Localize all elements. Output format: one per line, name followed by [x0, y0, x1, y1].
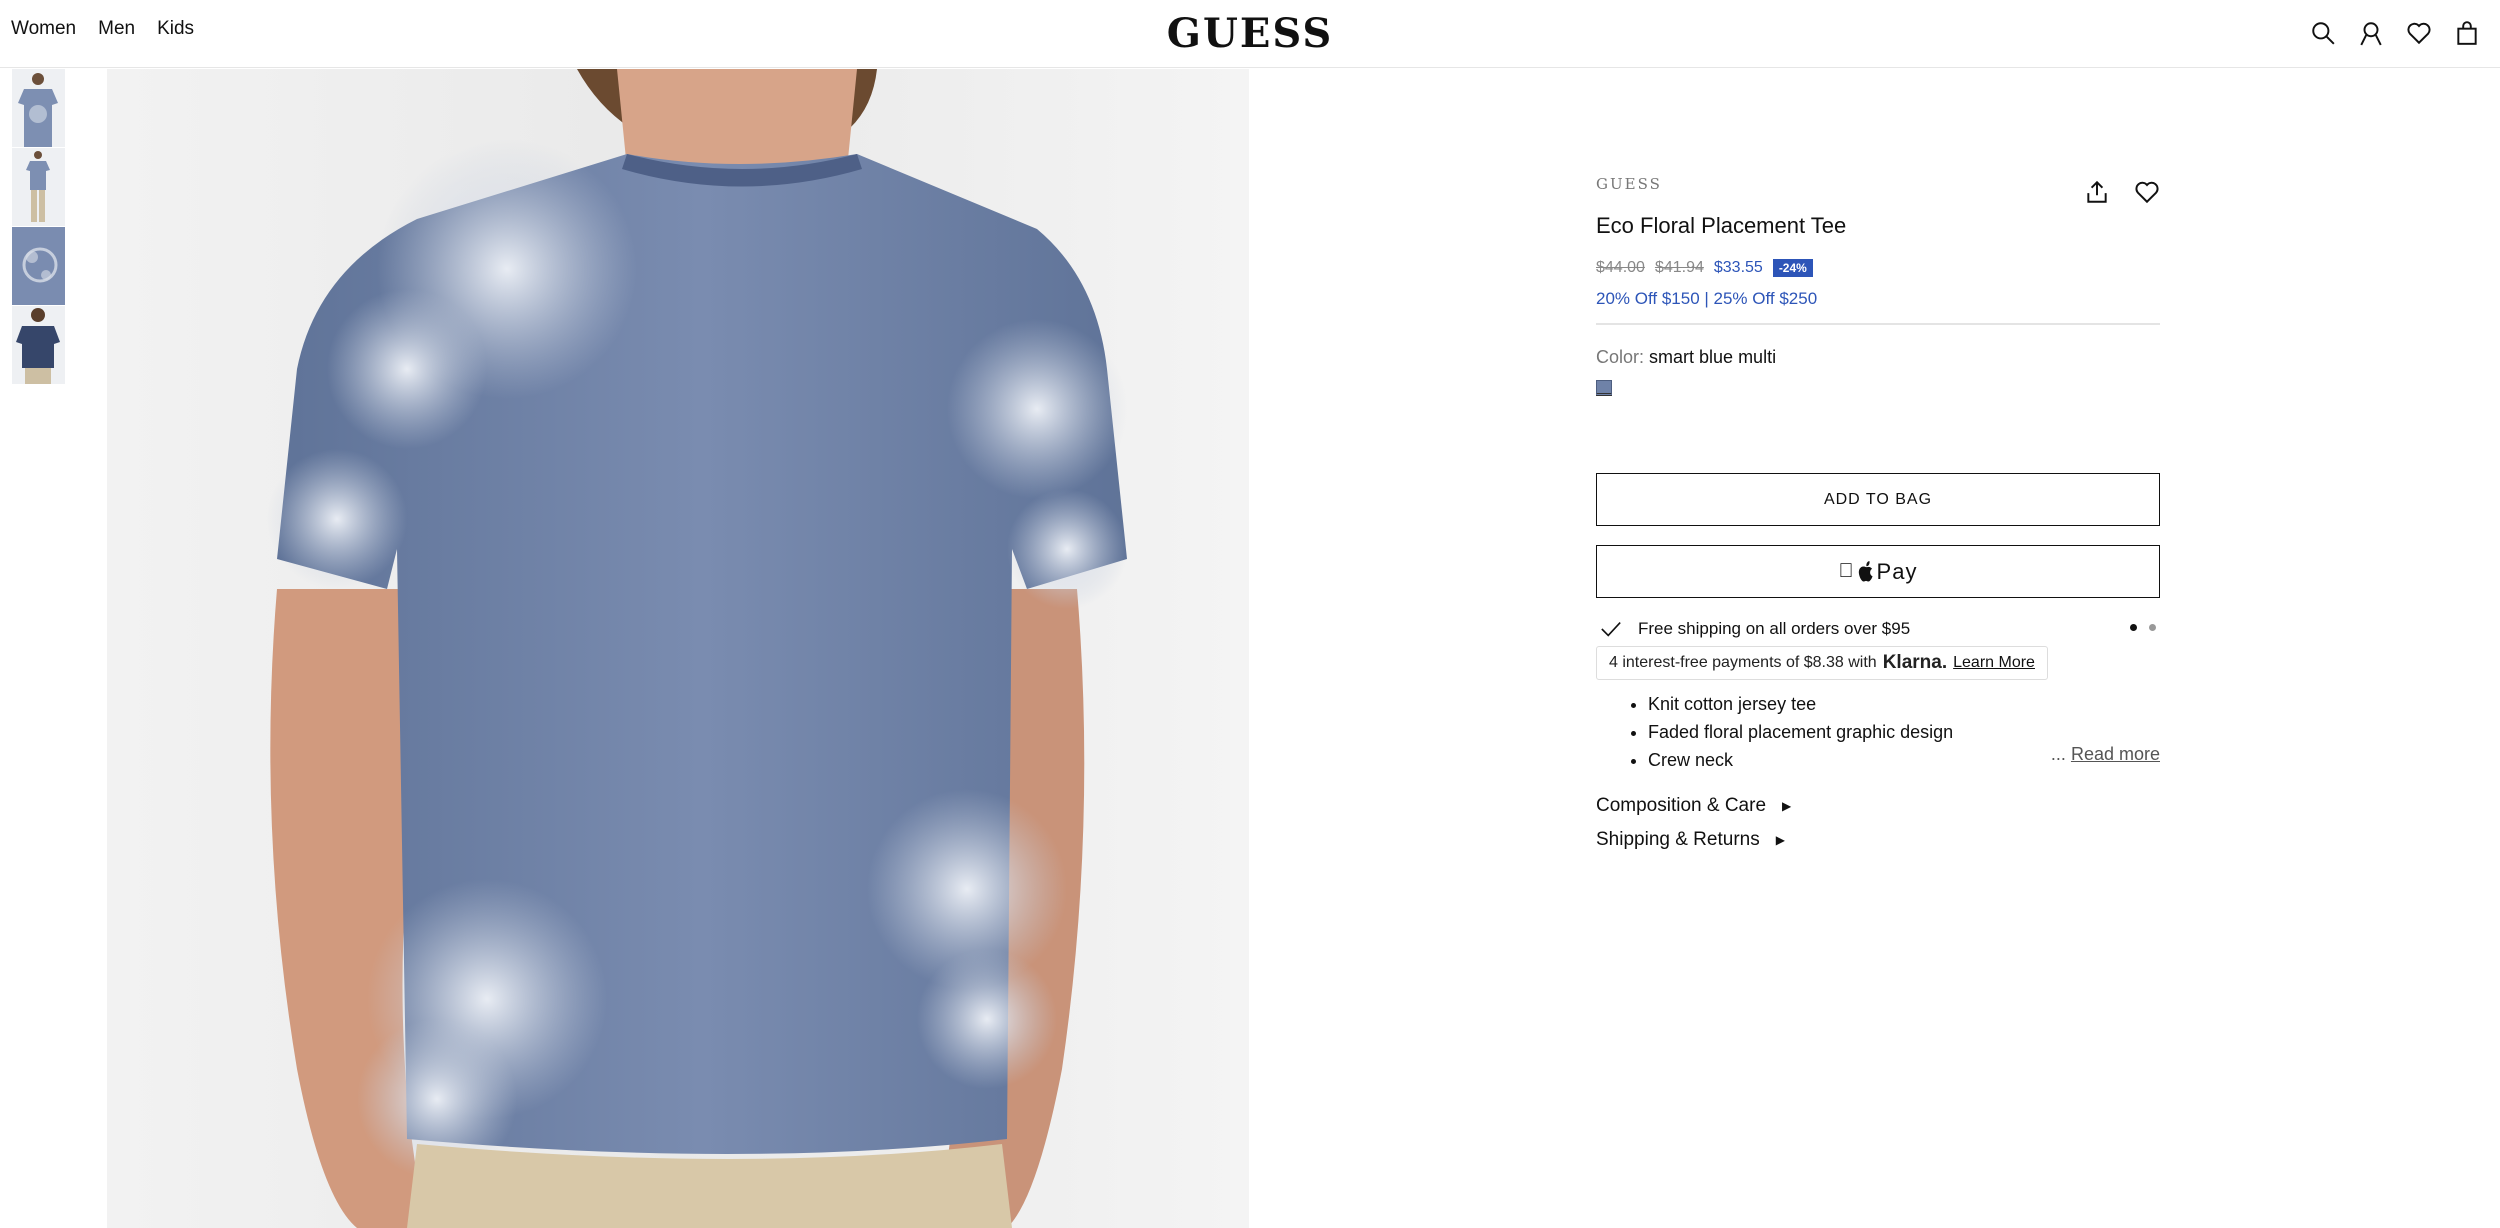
feature-item: Faded floral placement graphic design [1648, 722, 2160, 743]
caret-right-icon: ▶ [1775, 833, 1785, 847]
price-previous: $41.94 [1654, 259, 1704, 276]
price-current: $33.55 [1713, 259, 1763, 276]
klarna-learn-more-link[interactable]: Learn More [1953, 654, 2035, 672]
product-brand: GUESS [1596, 175, 1662, 193]
color-selector-label: Color: smart blue multi [1596, 347, 2160, 368]
apple-pay-label: Pay [1868, 558, 1917, 584]
klarna-text: 4 interest-free payments of $8.38 with [1609, 654, 1877, 671]
price-original: $44.00 [1596, 259, 1645, 276]
color-label: Color: [1596, 347, 1645, 367]
thumbnail-print-detail[interactable] [12, 227, 65, 305]
account-icon[interactable] [2358, 20, 2384, 46]
header-actions [2310, 20, 2480, 46]
apple-pay-button[interactable]:  Pay [1596, 545, 2160, 598]
product-details: GUESS Eco Floral Placement Tee $44.00 $4… [1596, 175, 2160, 863]
klarna-logo: Klarna. [1882, 652, 1948, 673]
price-block: $44.00 $41.94 $33.55 -24% [1596, 259, 2160, 277]
product-title: Eco Floral Placement Tee [1596, 213, 1847, 238]
info-accordions: Composition & Care ▶ Shipping & Returns … [1596, 795, 2160, 851]
checkmark-icon [1601, 622, 1621, 637]
discount-badge: -24% [1772, 259, 1813, 277]
thumbnail-front-view[interactable] [12, 69, 65, 147]
apple-logo-icon:  [1839, 560, 1855, 583]
main-product-image[interactable] [107, 69, 1249, 1228]
site-logo[interactable]: GUESS [0, 10, 2500, 57]
thumbnail-strip [12, 69, 65, 385]
read-more: ... Read more [2051, 744, 2160, 765]
read-more-ellipsis: ... [2050, 744, 2066, 764]
carousel-dot-active[interactable] [2130, 624, 2137, 631]
color-swatch[interactable] [1596, 380, 1612, 396]
thumbnail-full-body-view[interactable] [12, 148, 65, 226]
shipping-banner: Free shipping on all orders over $95 [1596, 618, 2160, 640]
wishlist-heart-icon[interactable] [2134, 179, 2160, 205]
site-header: Women Men Kids GUESS [0, 0, 2500, 68]
klarna-banner: 4 interest-free payments of $8.38 with K… [1596, 646, 2048, 680]
wishlist-icon[interactable] [2406, 20, 2432, 46]
add-to-bag-button[interactable]: ADD TO BAG [1596, 473, 2160, 526]
carousel-dots [2130, 624, 2156, 631]
product-actions [2084, 179, 2160, 205]
accordion-label: Composition & Care [1596, 795, 1767, 816]
caret-right-icon: ▶ [1782, 799, 1792, 813]
accordion-shipping-returns[interactable]: Shipping & Returns ▶ [1596, 829, 2160, 851]
color-value: smart blue multi [1649, 347, 1777, 367]
divider [1596, 323, 2160, 325]
read-more-link[interactable]: Read more [2071, 744, 2160, 764]
promo-text[interactable]: 20% Off $150 | 25% Off $250 [1596, 289, 2160, 309]
product-features: Knit cotton jersey tee Faded floral plac… [1596, 694, 2160, 771]
thumbnail-back-view[interactable] [12, 306, 65, 384]
share-icon[interactable] [2084, 179, 2110, 205]
shipping-text: Free shipping on all orders over $95 [1638, 619, 1911, 638]
accordion-composition-care[interactable]: Composition & Care ▶ [1596, 795, 2160, 817]
accordion-label: Shipping & Returns [1596, 829, 1760, 850]
carousel-dot[interactable] [2149, 624, 2156, 631]
feature-item: Knit cotton jersey tee [1648, 694, 2160, 715]
bag-icon[interactable] [2454, 20, 2480, 46]
apple-icon [1858, 561, 1873, 582]
search-icon[interactable] [2310, 20, 2336, 46]
